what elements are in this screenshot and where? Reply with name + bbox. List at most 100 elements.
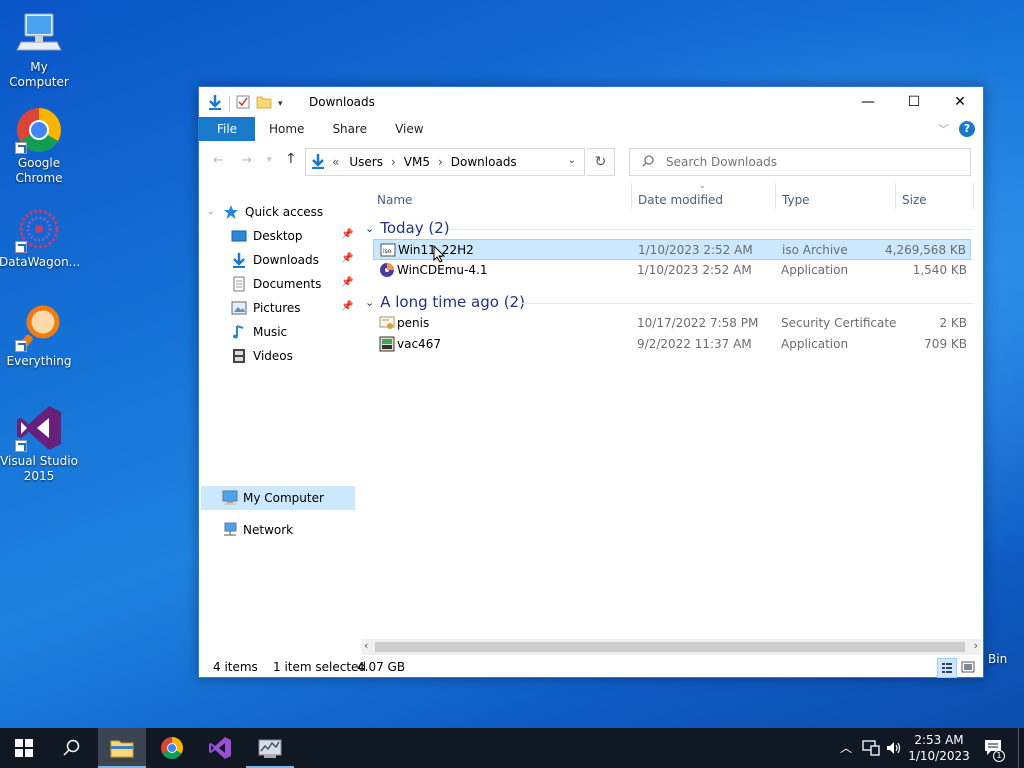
network-status-icon[interactable]: [862, 740, 880, 759]
details-view-icon[interactable]: [937, 658, 957, 678]
tab-file[interactable]: File: [199, 117, 255, 141]
clock-time: 2:53 AM: [914, 733, 964, 747]
film-icon: [231, 348, 247, 364]
pin-icon[interactable]: 📌: [341, 301, 353, 312]
back-arrow-icon[interactable]: ←: [213, 153, 224, 168]
group-header-long-ago[interactable]: ⌄ A long time ago (2): [365, 293, 525, 311]
desktop-icon-google-chrome[interactable]: Google Chrome: [0, 106, 79, 186]
file-row[interactable]: penis 10/17/2022 7:58 PM Security Certif…: [373, 313, 971, 334]
minimize-button[interactable]: —: [845, 87, 891, 117]
nav-label: Documents: [253, 277, 322, 291]
nav-quick-access[interactable]: ⌄ Quick access: [207, 201, 323, 223]
collapse-chevron-icon[interactable]: ⌄: [207, 207, 223, 217]
new-folder-icon[interactable]: [256, 95, 272, 112]
nav-my-computer[interactable]: My Computer: [221, 487, 324, 509]
nav-item-music[interactable]: Music: [231, 321, 287, 343]
file-date: 10/17/2022 7:58 PM: [637, 316, 759, 330]
breadcrumb-downloads[interactable]: Downloads: [451, 155, 517, 169]
breadcrumb-separator[interactable]: ›: [391, 155, 396, 169]
download-arrow-icon: [207, 94, 223, 113]
desktop-folder-icon: [231, 228, 247, 244]
show-hidden-icons-icon[interactable]: ︿: [840, 739, 852, 756]
search-box[interactable]: [629, 148, 971, 176]
chrome-icon: [161, 737, 183, 759]
file-size: 2 KB: [939, 316, 967, 330]
taskbar-clock[interactable]: 2:53 AM 1/10/2023: [904, 732, 974, 764]
taskbar-app[interactable]: [246, 728, 294, 768]
application-icon: [379, 336, 395, 352]
taskbar-file-explorer[interactable]: [98, 728, 146, 768]
file-type: Application: [781, 263, 849, 277]
shortcut-arrow-icon: [15, 241, 27, 253]
column-header-size[interactable]: Size: [902, 193, 927, 207]
file-row[interactable]: vac467 9/2/2022 11:37 AM Application 709…: [373, 334, 971, 355]
file-size: 4,269,568 KB: [885, 243, 966, 257]
address-overflow[interactable]: «: [332, 155, 339, 169]
taskbar-visual-studio[interactable]: [196, 728, 244, 768]
nav-item-desktop[interactable]: Desktop: [231, 225, 303, 247]
file-size: 1,540 KB: [912, 263, 967, 277]
collapse-chevron-icon[interactable]: ⌄: [365, 296, 374, 309]
desktop-icon-datawagon[interactable]: DataWagon...: [0, 205, 80, 270]
taskbar-chrome[interactable]: [148, 728, 196, 768]
search-button[interactable]: [48, 728, 96, 768]
customize-toolbar-icon[interactable]: ▾: [278, 99, 283, 109]
scroll-left-icon[interactable]: ‹: [364, 639, 368, 652]
nav-label: Music: [253, 325, 288, 339]
nav-label: Downloads: [253, 253, 319, 267]
column-header-type[interactable]: Type: [782, 193, 810, 207]
nav-item-videos[interactable]: Videos: [231, 345, 293, 367]
tab-view[interactable]: View: [381, 117, 437, 141]
nav-network[interactable]: Network: [221, 519, 293, 541]
nav-item-documents[interactable]: Documents: [231, 273, 321, 295]
title-bar[interactable]: ▾ Downloads — ☐ ✕: [199, 87, 983, 117]
start-button[interactable]: [0, 728, 48, 768]
close-button[interactable]: ✕: [937, 87, 983, 117]
nav-item-pictures[interactable]: Pictures: [231, 297, 301, 319]
file-name: penis: [397, 316, 430, 330]
address-dropdown-icon[interactable]: ⌄: [568, 155, 576, 166]
file-type: Security Certificate: [781, 316, 897, 330]
volume-icon[interactable]: [886, 740, 902, 759]
up-arrow-icon[interactable]: ↑: [285, 151, 297, 167]
nav-item-downloads[interactable]: Downloads: [231, 249, 319, 271]
group-header-today[interactable]: ⌄ Today (2): [365, 219, 450, 237]
quick-access-toolbar: ▾: [207, 94, 283, 113]
breadcrumb-vm5[interactable]: VM5: [404, 155, 430, 169]
maximize-button[interactable]: ☐: [891, 87, 937, 117]
nav-label: Quick access: [245, 205, 324, 219]
recycle-bin-label[interactable]: Bin: [988, 652, 1007, 666]
computer-icon: [15, 10, 63, 58]
tab-home[interactable]: Home: [255, 117, 318, 141]
properties-icon[interactable]: [236, 95, 250, 112]
desktop-icon-my-computer[interactable]: My Computer: [0, 10, 79, 90]
breadcrumb-users[interactable]: Users: [349, 155, 383, 169]
file-type: iso Archive: [782, 243, 848, 257]
scroll-right-icon[interactable]: ›: [974, 639, 978, 652]
forward-arrow-icon[interactable]: →: [241, 153, 252, 168]
search-input[interactable]: [666, 155, 946, 169]
file-row[interactable]: iso Win11_22H2 1/10/2023 2:52 AM iso Arc…: [373, 239, 971, 260]
column-header-name[interactable]: Name: [377, 193, 412, 207]
desktop-icon-visual-studio[interactable]: Visual Studio 2015: [0, 404, 79, 484]
large-icons-view-icon[interactable]: [961, 661, 975, 676]
breadcrumb-separator[interactable]: ›: [438, 155, 443, 169]
column-header-date[interactable]: Date modified: [638, 193, 723, 207]
status-item-count: 4 items: [213, 660, 258, 674]
desktop-icon-everything[interactable]: Everything: [0, 304, 79, 369]
pin-icon[interactable]: 📌: [341, 253, 353, 264]
refresh-icon[interactable]: ↻: [587, 148, 615, 176]
file-row[interactable]: WinCDEmu-4.1 1/10/2023 2:52 AM Applicati…: [373, 260, 971, 281]
expand-ribbon-icon[interactable]: ﹀: [938, 121, 949, 137]
pin-icon[interactable]: 📌: [341, 229, 353, 240]
show-desktop-button[interactable]: [1018, 728, 1024, 768]
help-icon[interactable]: ?: [959, 121, 975, 137]
pin-icon[interactable]: 📌: [341, 277, 353, 288]
collapse-chevron-icon[interactable]: ⌄: [365, 222, 374, 235]
shortcut-arrow-icon: [15, 142, 27, 154]
horizontal-scrollbar[interactable]: ‹ ›: [361, 639, 981, 655]
scrollbar-thumb[interactable]: [375, 642, 965, 652]
tab-share[interactable]: Share: [318, 117, 381, 141]
recent-locations-icon[interactable]: ▾: [267, 155, 272, 165]
address-bar[interactable]: « Users › VM5 › Downloads ⌄: [305, 148, 585, 176]
